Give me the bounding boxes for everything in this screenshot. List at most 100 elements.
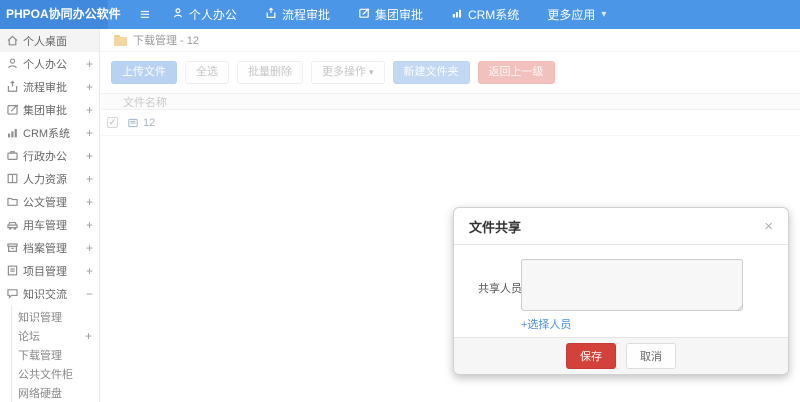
sidebar-subitem-label: 下载管理 xyxy=(18,349,62,362)
row-checkbox[interactable]: ✓ xyxy=(107,117,118,128)
sidebar-item-label: 知识交流 xyxy=(23,288,67,301)
file-name[interactable]: 12 xyxy=(143,117,155,129)
sidebar-submenu-knowledge: 知识管理 论坛 + 下载管理 公共文件柜 网络硬盘 xyxy=(11,305,99,402)
sidebar-item-workflow-approval[interactable]: 流程审批 + xyxy=(0,75,99,98)
edit-icon xyxy=(6,103,19,116)
sidebar-item-human-resources[interactable]: 人力资源 + xyxy=(0,167,99,190)
sidebar-item-admin-office[interactable]: 行政办公 + xyxy=(0,144,99,167)
sidebar-item-label: 公文管理 xyxy=(23,196,67,209)
breadcrumb-text: 下载管理 - 12 xyxy=(133,35,200,47)
select-all-button[interactable]: 全选 xyxy=(185,61,229,84)
expand-icon[interactable]: + xyxy=(83,126,93,140)
sidebar-subitem-forum[interactable]: 论坛 + xyxy=(12,326,99,345)
new-folder-button[interactable]: 新建文件夹 xyxy=(392,61,470,84)
toolbar: 上传文件 全选 批量删除 更多操作 ▾ 新建文件夹 返回上一级 xyxy=(101,52,800,84)
top-nav-items: 个人办公 流程审批 集团审批 CRM系统 更多应用 ▾ xyxy=(172,6,634,23)
expand-icon[interactable]: + xyxy=(83,241,93,255)
sidebar-item-document-management[interactable]: 公文管理 + xyxy=(0,190,99,213)
sidebar-item-label: 个人桌面 xyxy=(23,35,67,48)
chart-icon xyxy=(451,7,468,22)
book-icon xyxy=(6,172,19,185)
folder-icon xyxy=(114,34,127,46)
sidebar-item-label: 个人办公 xyxy=(23,58,67,71)
home-icon xyxy=(6,34,19,47)
sidebar-subitem-public-file-cabinet[interactable]: 公共文件柜 xyxy=(12,364,99,383)
file-icon xyxy=(127,117,139,129)
expand-icon[interactable]: + xyxy=(83,57,93,71)
nav-item-crm[interactable]: CRM系统 xyxy=(451,6,519,23)
expand-icon[interactable]: + xyxy=(83,172,93,186)
flow-icon xyxy=(6,80,19,93)
sidebar-subitem-download-management[interactable]: 下载管理 xyxy=(12,345,99,364)
cancel-button[interactable]: 取消 xyxy=(626,343,676,369)
sidebar-item-label: 用车管理 xyxy=(23,219,67,232)
nav-item-personal-office[interactable]: 个人办公 xyxy=(172,6,237,23)
sidebar-item-knowledge-exchange[interactable]: 知识交流 − xyxy=(0,282,99,305)
sidebar-subitem-label: 公共文件柜 xyxy=(18,368,73,381)
sidebar-item-group-approval[interactable]: 集团审批 + xyxy=(0,98,99,121)
share-people-field-wrap: +选择人员 xyxy=(521,259,743,332)
nav-item-label: 更多应用 xyxy=(547,8,596,22)
car-icon xyxy=(6,218,19,231)
modal-body: 共享人员 +选择人员 xyxy=(454,245,788,332)
top-navbar: PHPOA协同办公软件 ≡ 个人办公 流程审批 集团审批 CRM系统 更多应用 … xyxy=(0,0,800,29)
sidebar-item-personal-desktop[interactable]: 个人桌面 xyxy=(0,29,99,52)
share-people-textarea[interactable] xyxy=(521,259,743,311)
sidebar-subitem-knowledge-management[interactable]: 知识管理 xyxy=(12,307,99,326)
expand-icon[interactable]: + xyxy=(83,149,93,163)
user-icon xyxy=(172,7,189,22)
chart-icon xyxy=(6,126,19,139)
expand-icon[interactable]: + xyxy=(83,264,93,278)
archive-icon xyxy=(6,241,19,254)
save-button[interactable]: 保存 xyxy=(566,343,616,369)
sidebar-item-project-management[interactable]: 项目管理 + xyxy=(0,259,99,282)
hamburger-icon[interactable]: ≡ xyxy=(140,0,150,29)
sidebar-item-label: CRM系统 xyxy=(23,127,71,140)
sidebar-item-vehicle-management[interactable]: 用车管理 + xyxy=(0,213,99,236)
modal-footer: 保存 取消 xyxy=(454,337,788,374)
sidebar-subitem-network-disk[interactable]: 网络硬盘 xyxy=(12,383,99,402)
sidebar-subitem-label: 知识管理 xyxy=(18,311,62,324)
close-icon[interactable]: × xyxy=(764,219,773,234)
sidebar-item-label: 档案管理 xyxy=(23,242,67,255)
expand-icon[interactable]: + xyxy=(83,103,93,117)
modal-header: 文件共享 × xyxy=(454,208,788,245)
sidebar-item-archive-management[interactable]: 档案管理 + xyxy=(0,236,99,259)
sidebar-item-label: 集团审批 xyxy=(23,104,67,117)
sidebar-item-crm[interactable]: CRM系统 + xyxy=(0,121,99,144)
file-table-header: 文件名称 xyxy=(101,93,800,110)
sidebar-subitem-label: 论坛 xyxy=(18,330,40,343)
select-people-link[interactable]: +选择人员 xyxy=(521,316,743,332)
more-actions-label: 更多操作 xyxy=(322,66,366,78)
collapse-icon[interactable]: − xyxy=(83,287,93,301)
expand-icon[interactable]: + xyxy=(83,195,93,209)
sidebar: 个人桌面 个人办公 + 流程审批 + 集团审批 + CRM系统 + 行政办公 +… xyxy=(0,29,100,402)
file-share-modal: 文件共享 × 共享人员 +选择人员 保存 取消 xyxy=(453,207,789,375)
nav-item-more-apps[interactable]: 更多应用 ▾ xyxy=(547,6,606,23)
batch-delete-button[interactable]: 批量删除 xyxy=(237,61,303,84)
expand-icon[interactable]: + xyxy=(83,80,93,94)
user-icon xyxy=(6,57,19,70)
upload-file-button[interactable]: 上传文件 xyxy=(111,61,177,84)
nav-item-label: 个人办公 xyxy=(188,8,237,22)
sidebar-item-personal-office[interactable]: 个人办公 + xyxy=(0,52,99,75)
sidebar-item-label: 人力资源 xyxy=(23,173,67,186)
more-actions-dropdown[interactable]: 更多操作 ▾ xyxy=(311,61,385,84)
flow-icon xyxy=(265,7,282,22)
edit-icon xyxy=(358,7,375,22)
folder-icon xyxy=(6,195,19,208)
nav-item-label: 流程审批 xyxy=(281,8,330,22)
column-file-name: 文件名称 xyxy=(123,96,167,109)
share-people-label: 共享人员 xyxy=(478,283,522,295)
project-icon xyxy=(6,264,19,277)
nav-item-group-approval[interactable]: 集团审批 xyxy=(358,6,423,23)
briefcase-icon xyxy=(6,149,19,162)
expand-icon[interactable]: + xyxy=(83,218,93,232)
nav-item-label: CRM系统 xyxy=(467,8,520,22)
expand-icon[interactable]: + xyxy=(82,329,92,343)
table-row[interactable]: ✓ 12 xyxy=(101,110,800,136)
breadcrumb: 下载管理 - 12 xyxy=(101,29,800,52)
caret-down-icon: ▾ xyxy=(369,67,374,77)
go-back-button[interactable]: 返回上一级 xyxy=(477,61,555,84)
nav-item-workflow-approval[interactable]: 流程审批 xyxy=(265,6,330,23)
